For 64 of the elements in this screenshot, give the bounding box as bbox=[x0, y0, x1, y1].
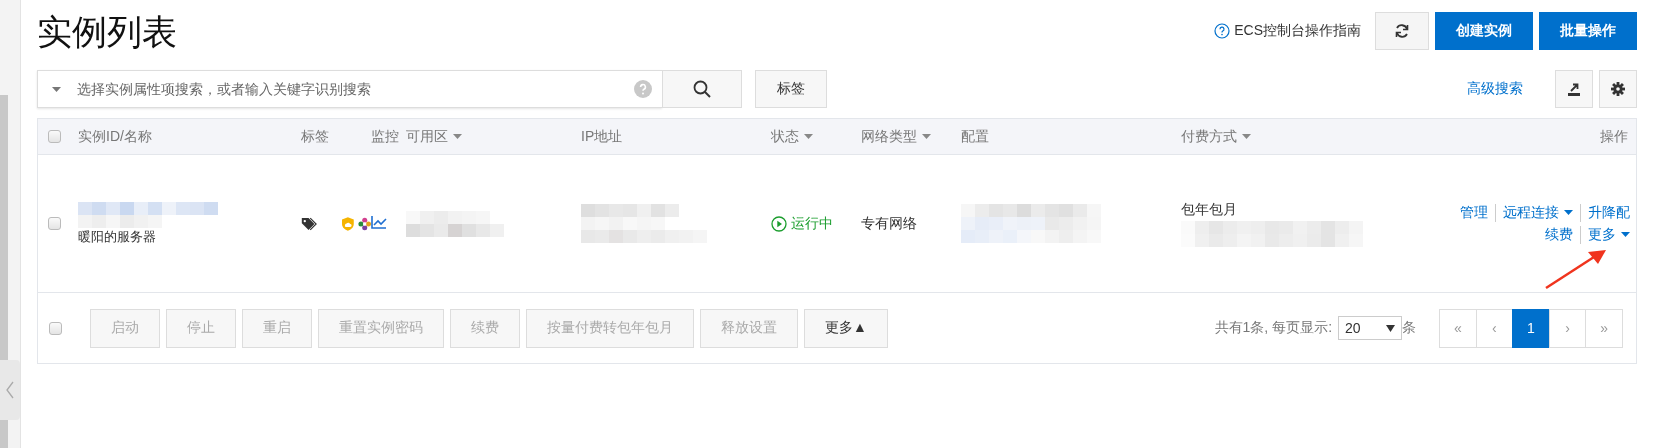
checkbox[interactable] bbox=[48, 217, 61, 230]
primary-button[interactable]: 创建实例 bbox=[1435, 12, 1533, 50]
action-link[interactable]: 远程连接 bbox=[1495, 203, 1573, 222]
action-link[interactable]: 更多 bbox=[1580, 225, 1630, 244]
collapse-handle[interactable] bbox=[0, 360, 20, 420]
caret-icon bbox=[453, 134, 462, 139]
column-header: 操作 bbox=[1600, 127, 1628, 146]
line-chart-icon bbox=[371, 215, 387, 229]
batch-action-button[interactable]: 更多▲ bbox=[804, 308, 888, 348]
column-header: 实例ID/名称 bbox=[78, 127, 152, 146]
export-icon bbox=[1566, 81, 1582, 97]
caret-icon bbox=[52, 86, 61, 92]
status-label: 运行中 bbox=[771, 214, 861, 233]
caret-icon bbox=[1564, 210, 1573, 215]
search-box[interactable]: 选择实例属性项搜索，或者输入关键字识别搜索 bbox=[37, 70, 662, 108]
caret-icon bbox=[922, 134, 931, 139]
total-summary: 共有1条, 每页显示: bbox=[1214, 319, 1333, 337]
chevron-left-icon bbox=[6, 381, 14, 399]
tag-icon bbox=[301, 215, 318, 232]
page-button[interactable]: 1 bbox=[1512, 308, 1550, 348]
billing-method: 包年包月 bbox=[1181, 200, 1238, 219]
search-button[interactable] bbox=[662, 70, 742, 108]
page-button[interactable]: » bbox=[1585, 308, 1623, 348]
play-circle-icon bbox=[771, 215, 787, 232]
column-header: 配置 bbox=[961, 127, 989, 146]
network-type: 专有网络 bbox=[861, 214, 918, 233]
page-size-select[interactable]: 20 bbox=[1338, 316, 1403, 340]
page-button[interactable]: ‹ bbox=[1475, 308, 1514, 348]
page-button[interactable]: « bbox=[1439, 308, 1477, 348]
tag-button[interactable]: 标签 bbox=[755, 70, 827, 108]
column-header[interactable]: 状态 bbox=[771, 127, 813, 146]
action-link[interactable]: 升降配 bbox=[1580, 203, 1630, 222]
help-icon bbox=[1214, 23, 1231, 39]
help-icon bbox=[634, 80, 652, 98]
export-button[interactable] bbox=[1555, 70, 1593, 108]
settings-button[interactable] bbox=[1599, 70, 1637, 108]
column-header[interactable]: 网络类型 bbox=[861, 127, 931, 146]
caret-icon bbox=[1621, 232, 1630, 237]
caret-icon bbox=[1386, 324, 1396, 332]
primary-button[interactable]: 批量操作 bbox=[1539, 12, 1637, 50]
page-button[interactable]: › bbox=[1548, 308, 1587, 348]
action-link[interactable]: 管理 bbox=[1460, 203, 1488, 222]
caret-icon bbox=[804, 134, 813, 139]
action-link[interactable]: 续费 bbox=[1545, 225, 1573, 244]
column-header[interactable]: 可用区 bbox=[406, 127, 462, 146]
settings-icon bbox=[1611, 82, 1625, 96]
column-header: IP地址 bbox=[581, 127, 623, 146]
shield-icon bbox=[341, 215, 354, 232]
flower-icon bbox=[357, 215, 371, 232]
refresh-icon bbox=[1394, 23, 1410, 39]
instance-name: 暖阳的服务器 bbox=[78, 227, 157, 246]
column-header: 监控 bbox=[371, 127, 399, 146]
column-header: 标签 bbox=[301, 127, 329, 146]
page-title: 实例列表 bbox=[37, 10, 177, 53]
annotation-arrow bbox=[1544, 247, 1608, 290]
search-icon bbox=[693, 80, 711, 98]
checkbox[interactable] bbox=[48, 130, 61, 143]
guide-link[interactable]: ECS控制台操作指南 bbox=[1214, 22, 1361, 40]
unit-label: 条 bbox=[1402, 319, 1417, 337]
checkbox[interactable] bbox=[49, 321, 62, 335]
advanced-search-link[interactable]: 高级搜索 bbox=[1467, 80, 1523, 98]
column-header[interactable]: 付费方式 bbox=[1181, 127, 1251, 146]
refresh-button[interactable] bbox=[1375, 12, 1429, 50]
caret-icon bbox=[1242, 134, 1251, 139]
